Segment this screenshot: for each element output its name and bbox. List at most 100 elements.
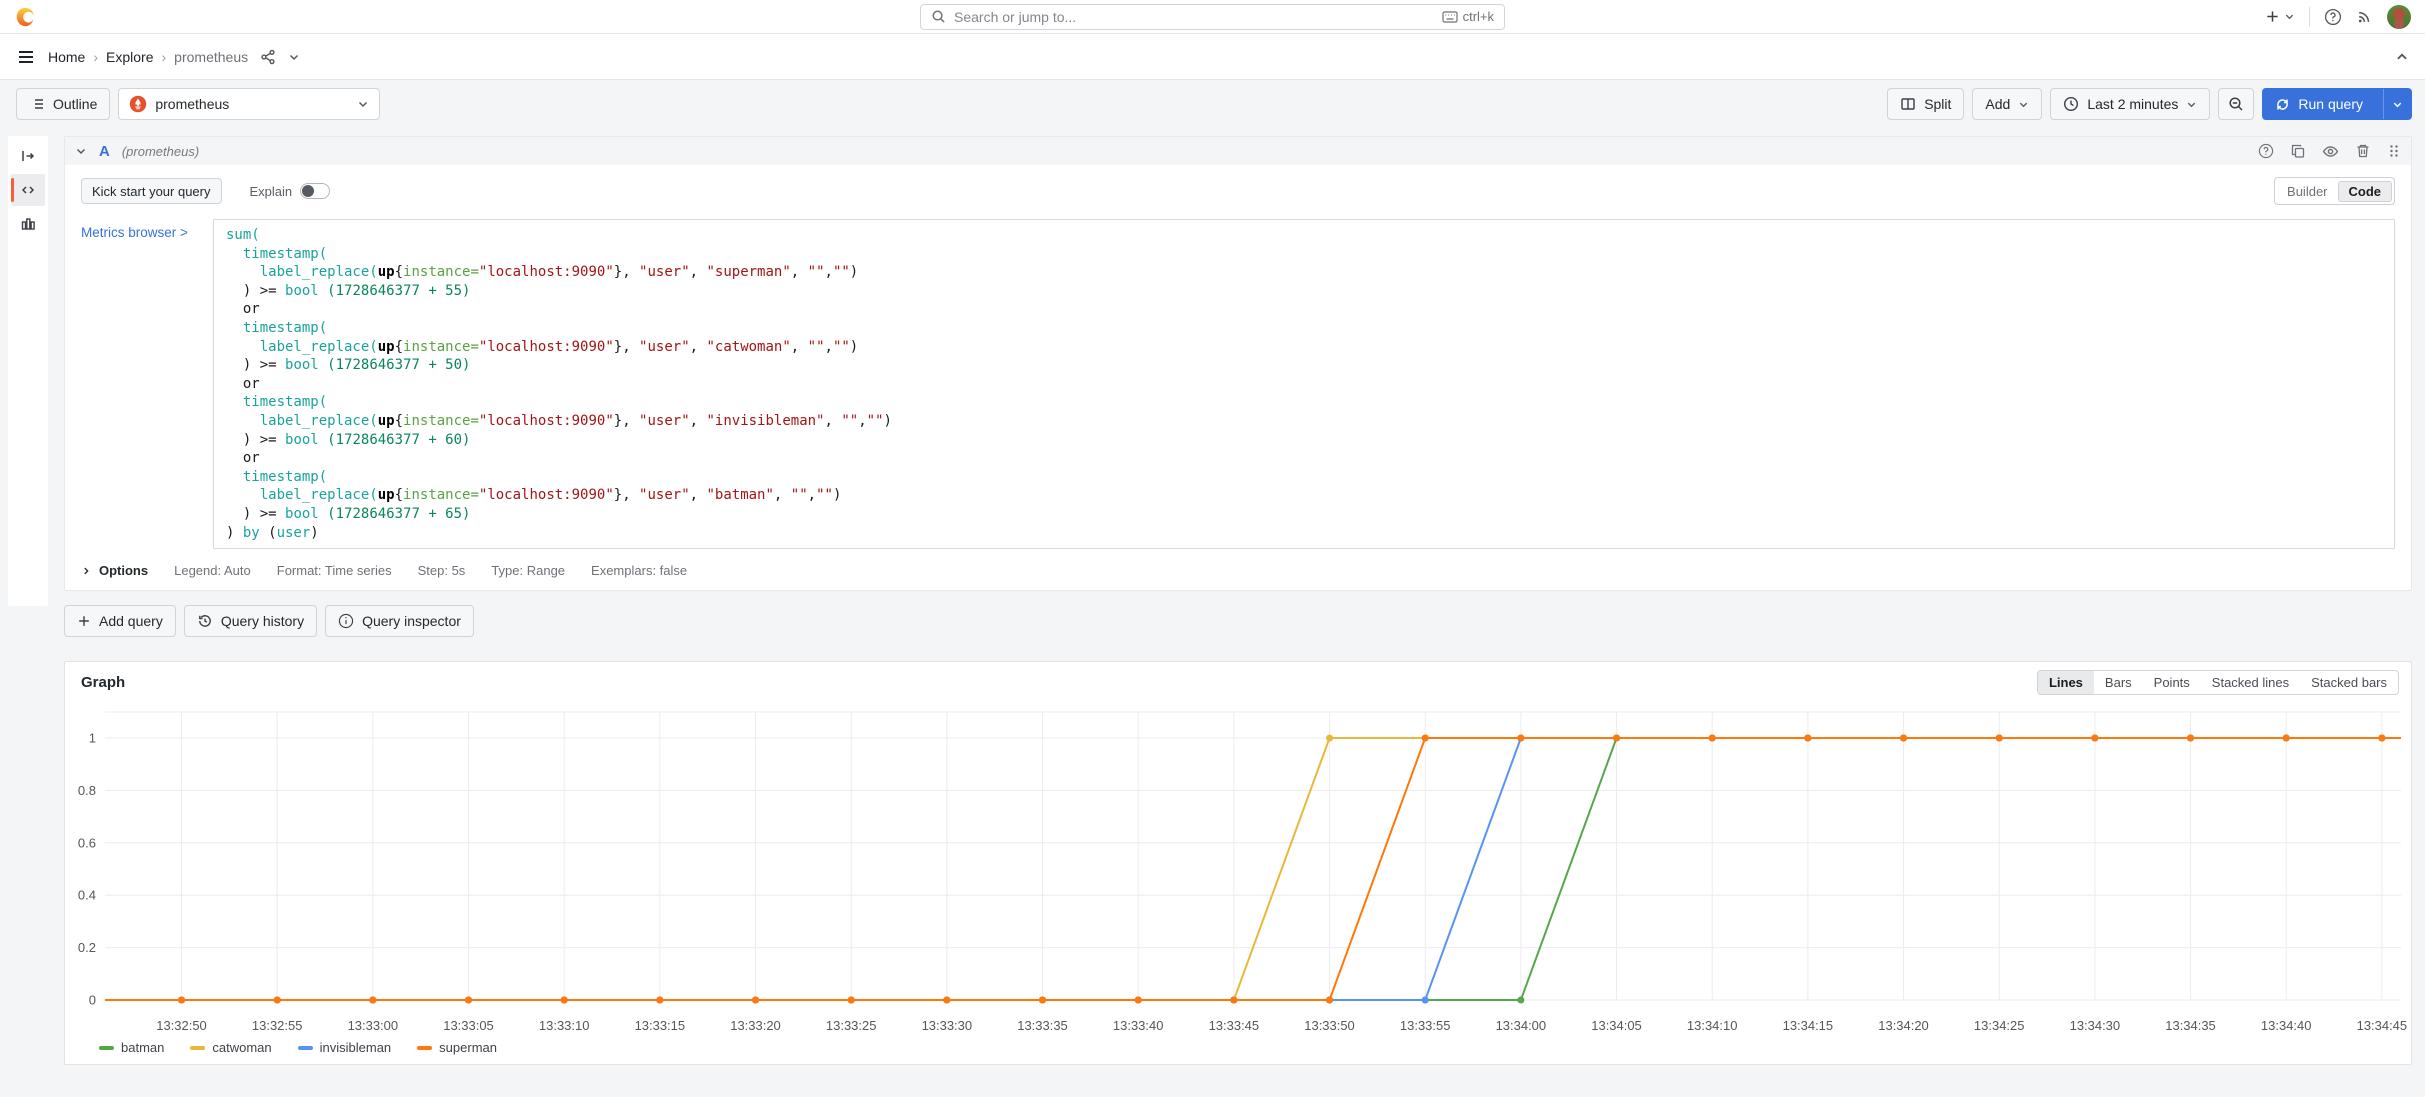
graph-style-tab-bars[interactable]: Bars (2094, 671, 2143, 694)
query-history-button[interactable]: Query history (184, 605, 317, 637)
data-point-superman[interactable] (369, 997, 376, 1004)
top-bar: ctrl+k (0, 0, 2425, 34)
series-line-catwoman[interactable] (105, 738, 2401, 1000)
data-point-superman[interactable] (943, 997, 950, 1004)
data-point-superman[interactable] (848, 997, 855, 1004)
share-icon[interactable] (260, 49, 276, 65)
series-line-invisibleman[interactable] (105, 738, 2401, 1000)
data-point-superman[interactable] (561, 997, 568, 1004)
time-range-picker[interactable]: Last 2 minutes (2050, 88, 2210, 120)
chevron-down-icon[interactable] (288, 51, 300, 63)
data-point-superman[interactable] (752, 997, 759, 1004)
legend-item-batman[interactable]: batman (99, 1040, 164, 1055)
chart-area[interactable]: 10.80.60.40.2013:32:5013:32:5513:33:0013… (69, 706, 2407, 1038)
search-bar[interactable]: ctrl+k (920, 4, 1505, 30)
builder-tab[interactable]: Builder (2277, 182, 2337, 201)
graph-style-tab-points[interactable]: Points (2143, 671, 2201, 694)
add-button[interactable]: Add (1972, 88, 2042, 120)
add-query-button[interactable]: Add query (64, 605, 176, 637)
menu-toggle-icon[interactable] (16, 47, 36, 67)
query-inspector-button[interactable]: Query inspector (325, 605, 474, 637)
x-axis-tick-label: 13:33:30 (922, 1018, 973, 1033)
explain-toggle[interactable] (300, 183, 330, 199)
promql-code-editor[interactable]: sum( timestamp( label_replace(up{instanc… (213, 219, 2395, 549)
metrics-browser-link[interactable]: Metrics browser > (81, 219, 213, 240)
option-format: Format: Time series (277, 563, 392, 578)
data-point-superman[interactable] (1804, 735, 1811, 742)
run-query-caret[interactable] (2383, 89, 2411, 119)
query-help-icon[interactable] (2258, 143, 2274, 159)
data-point-catwoman[interactable] (1326, 735, 1333, 742)
data-point-superman[interactable] (1709, 735, 1716, 742)
run-query-button[interactable]: Run query (2262, 88, 2412, 120)
data-point-superman[interactable] (1422, 735, 1429, 742)
data-point-superman[interactable] (2283, 735, 2290, 742)
timeseries-chart[interactable]: 10.80.60.40.2013:32:5013:32:5513:33:0013… (69, 706, 2407, 1038)
data-point-superman[interactable] (1996, 735, 2003, 742)
data-point-superman[interactable] (274, 997, 281, 1004)
query-ref-id[interactable]: A (99, 143, 110, 160)
data-point-superman[interactable] (1900, 735, 1907, 742)
data-point-superman[interactable] (2187, 735, 2194, 742)
help-icon[interactable] (2324, 8, 2342, 26)
user-avatar[interactable] (2387, 5, 2411, 29)
series-line-superman[interactable] (105, 738, 2401, 1000)
explore-content: Outline prometheus Split Add (0, 80, 2425, 1065)
code-token: "localhost:9090" (479, 413, 614, 429)
breadcrumb-home[interactable]: Home (48, 49, 85, 65)
toggle-visibility-icon[interactable] (2322, 143, 2339, 160)
outline-queries-item[interactable] (11, 174, 45, 206)
code-token: up (378, 264, 395, 280)
search-input[interactable] (954, 9, 1434, 25)
collapse-header-button[interactable] (2395, 50, 2409, 64)
split-button[interactable]: Split (1887, 88, 1964, 120)
graph-style-tab-lines[interactable]: Lines (2038, 671, 2094, 694)
data-point-superman[interactable] (2091, 735, 2098, 742)
legend-label: batman (121, 1040, 164, 1055)
breadcrumb-explore[interactable]: Explore (106, 49, 153, 65)
drag-handle-icon[interactable] (2387, 144, 2401, 158)
duplicate-query-icon[interactable] (2290, 143, 2306, 159)
outline-button[interactable]: Outline (16, 88, 110, 120)
builder-code-switch: Builder Code (2274, 177, 2395, 205)
data-point-superman[interactable] (1613, 735, 1620, 742)
plus-icon (2265, 9, 2280, 24)
data-point-superman[interactable] (178, 997, 185, 1004)
news-rss-icon[interactable] (2356, 8, 2373, 25)
code-token: , (622, 487, 639, 503)
code-token: , (690, 339, 707, 355)
code-token: "user" (639, 487, 690, 503)
legend-item-catwoman[interactable]: catwoman (190, 1040, 271, 1055)
graph-style-tab-stacked-lines[interactable]: Stacked lines (2201, 671, 2300, 694)
data-point-superman[interactable] (1230, 997, 1237, 1004)
collapse-query-icon[interactable] (75, 145, 87, 157)
kick-start-button[interactable]: Kick start your query (81, 178, 222, 204)
delete-query-icon[interactable] (2355, 143, 2371, 159)
chevron-down-icon (2186, 99, 2197, 110)
zoom-out-button[interactable] (2218, 88, 2254, 120)
options-toggle[interactable]: Options (81, 563, 148, 578)
data-point-superman[interactable] (2378, 735, 2385, 742)
datasource-picker[interactable]: prometheus (118, 88, 380, 120)
clock-icon (2063, 96, 2079, 112)
data-point-superman[interactable] (1517, 735, 1524, 742)
data-point-batman[interactable] (1517, 997, 1524, 1004)
graph-style-tab-stacked-bars[interactable]: Stacked bars (2300, 671, 2398, 694)
grafana-logo[interactable] (14, 6, 36, 28)
run-query-main[interactable]: Run query (2263, 89, 2375, 119)
data-point-superman[interactable] (1039, 997, 1046, 1004)
data-point-superman[interactable] (1135, 997, 1142, 1004)
code-token: , (690, 413, 707, 429)
data-point-invisibleman[interactable] (1422, 997, 1429, 1004)
new-button[interactable] (2265, 9, 2295, 24)
outline-graph-item[interactable] (11, 208, 45, 240)
legend-item-superman[interactable]: superman (417, 1040, 497, 1055)
series-line-batman[interactable] (105, 738, 2401, 1000)
code-token: "superman" (706, 264, 790, 280)
code-tab[interactable]: Code (2338, 181, 2393, 202)
collapse-outline-button[interactable] (11, 140, 45, 172)
legend-item-invisibleman[interactable]: invisibleman (298, 1040, 392, 1055)
data-point-superman[interactable] (1326, 997, 1333, 1004)
data-point-superman[interactable] (465, 997, 472, 1004)
data-point-superman[interactable] (656, 997, 663, 1004)
